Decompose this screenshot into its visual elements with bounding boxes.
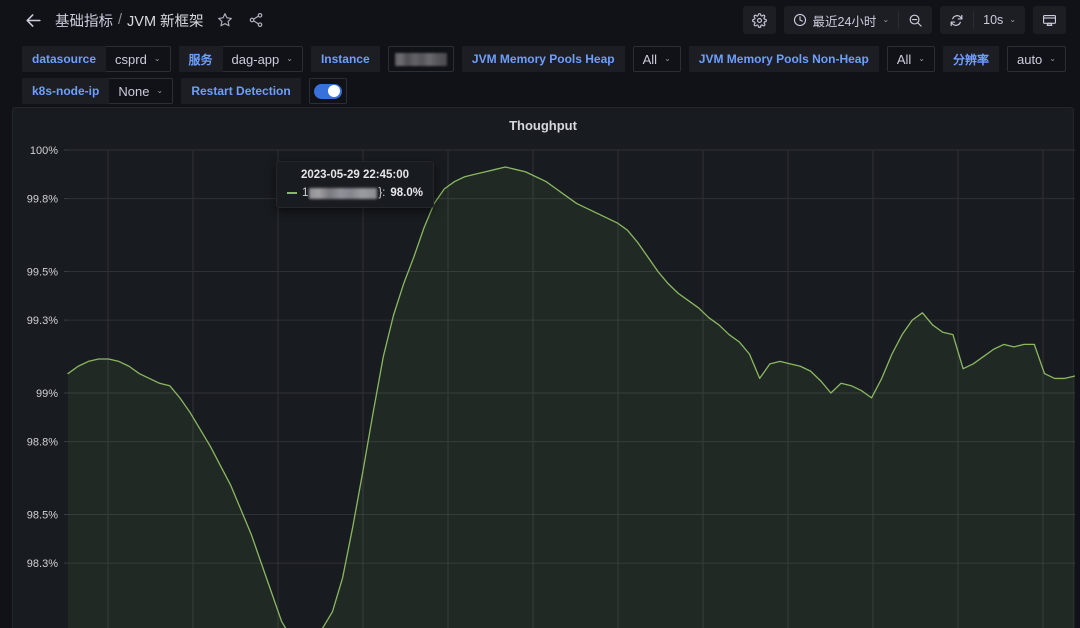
panel-title[interactable]: Thoughput bbox=[13, 108, 1073, 136]
chart-tooltip: 2023-05-29 22:45:00 1 }: 98.0% bbox=[276, 161, 434, 208]
variable-jvm-nonheap-select[interactable]: All ⌄ bbox=[886, 46, 935, 72]
chevron-down-icon: ⌄ bbox=[882, 15, 890, 24]
clock-icon bbox=[793, 13, 807, 27]
variable-restart-detection-label: Restart Detection bbox=[181, 78, 301, 104]
variable-instance-label: Instance bbox=[310, 46, 380, 72]
tv-icon bbox=[1042, 13, 1057, 28]
svg-text:99.3%: 99.3% bbox=[27, 315, 58, 327]
variable-k8s-node-ip: k8s-node-ip None ⌄ bbox=[22, 78, 174, 104]
redacted-series-name bbox=[309, 187, 378, 199]
variable-datasource-select[interactable]: csprd ⌄ bbox=[106, 46, 171, 72]
refresh-interval-picker[interactable]: 10s ⌄ bbox=[974, 6, 1025, 34]
time-range-picker[interactable]: 最近24小时 ⌄ bbox=[784, 6, 899, 34]
tooltip-timestamp: 2023-05-29 22:45:00 bbox=[300, 169, 410, 181]
variable-resolution-value: auto bbox=[1016, 51, 1043, 67]
zoom-out-icon bbox=[908, 13, 923, 28]
svg-text:98.3%: 98.3% bbox=[27, 558, 58, 570]
variable-k8s-node-ip-value: None bbox=[118, 83, 150, 99]
variable-service: 服务 dag-app ⌄ bbox=[178, 46, 303, 72]
navbar-left: 基础指标 / JVM 新框架 bbox=[22, 9, 743, 31]
refresh-icon bbox=[949, 13, 964, 28]
tooltip-series-row: 1 }: 98.0% bbox=[287, 187, 423, 199]
star-icon[interactable] bbox=[215, 10, 235, 30]
variable-resolution-select[interactable]: auto ⌄ bbox=[1006, 46, 1066, 72]
chevron-down-icon: ⌄ bbox=[156, 86, 164, 95]
variable-k8s-node-ip-select[interactable]: None ⌄ bbox=[109, 78, 174, 104]
chevron-down-icon: ⌄ bbox=[153, 54, 161, 63]
variable-datasource-value: csprd bbox=[115, 51, 147, 67]
variable-jvm-nonheap: JVM Memory Pools Non-Heap bbox=[688, 46, 879, 72]
chart-svg: 100%99.8%99.5%99.3%99%98.8%98.5%98.3%98% bbox=[27, 145, 1075, 628]
variable-instance: Instance bbox=[310, 46, 380, 72]
chevron-down-icon: ⌄ bbox=[1049, 54, 1056, 63]
tooltip-series-name: 1 }: bbox=[302, 187, 385, 199]
svg-text:98.5%: 98.5% bbox=[27, 510, 58, 522]
toggle-switch-on bbox=[313, 83, 342, 99]
gear-icon bbox=[751, 12, 767, 28]
variable-row-2: k8s-node-ip None ⌄ Restart Detection bbox=[22, 78, 1066, 104]
top-navbar: 基础指标 / JVM 新框架 最近24小时 ⌄ 10s ⌄ bbox=[0, 0, 1080, 40]
chevron-down-icon: ⌄ bbox=[918, 54, 925, 63]
settings-group bbox=[742, 6, 776, 34]
svg-text:99.5%: 99.5% bbox=[27, 267, 58, 279]
chevron-down-icon: ⌄ bbox=[286, 54, 293, 63]
variable-resolution-label: 分辨率 bbox=[942, 46, 999, 72]
dashboard-page: 基础指标 / JVM 新框架 最近24小时 ⌄ 10s ⌄ datasource… bbox=[0, 0, 1080, 628]
share-icon[interactable] bbox=[246, 10, 266, 30]
variable-service-select[interactable]: dag-app ⌄ bbox=[222, 46, 303, 72]
tooltip-series-value: 98.0% bbox=[390, 187, 423, 199]
variable-k8s-node-ip-label: k8s-node-ip bbox=[22, 78, 110, 104]
variable-jvm-heap-select[interactable]: All ⌄ bbox=[632, 46, 681, 72]
timeseries-plot[interactable]: 100%99.8%99.5%99.3%99%98.8%98.5%98.3%98% bbox=[13, 142, 1075, 628]
kiosk-group bbox=[1033, 6, 1066, 34]
refresh-button[interactable] bbox=[940, 6, 973, 34]
refresh-interval-label: 10s bbox=[983, 13, 1004, 27]
variable-resolution: 分辨率 bbox=[942, 46, 999, 72]
variable-datasource-label: datasource bbox=[22, 46, 107, 72]
panel-thoughput: Thoughput 100% 99.8% 99.5% 99.3% 99% 98.8% 98.… bbox=[12, 107, 1075, 628]
variable-jvm-heap-value: All bbox=[642, 51, 658, 67]
restart-detection-toggle[interactable] bbox=[308, 78, 347, 104]
zoom-out-time-button[interactable] bbox=[899, 6, 932, 34]
series-name-prefix: 1 bbox=[302, 187, 309, 199]
svg-text:100%: 100% bbox=[30, 145, 58, 157]
time-controls-group: 最近24小时 ⌄ bbox=[783, 6, 933, 34]
breadcrumb-root[interactable]: 基础指标 bbox=[55, 10, 113, 31]
breadcrumb-current[interactable]: JVM 新框架 bbox=[127, 10, 204, 31]
variable-jvm-heap: JVM Memory Pools Heap bbox=[461, 46, 625, 72]
variable-row-1: datasource csprd ⌄ 服务 dag-app ⌄ Instance bbox=[22, 46, 1066, 72]
variable-bar: datasource csprd ⌄ 服务 dag-app ⌄ Instance bbox=[0, 40, 1080, 104]
breadcrumb: 基础指标 / JVM 新框架 bbox=[55, 10, 204, 31]
dashboard-settings-button[interactable] bbox=[743, 6, 776, 34]
variable-datasource: datasource csprd ⌄ bbox=[22, 46, 171, 72]
series-name-suffix: }: bbox=[378, 187, 386, 199]
arrow-left-icon[interactable] bbox=[22, 9, 44, 31]
variable-jvm-heap-label: JVM Memory Pools Heap bbox=[461, 46, 625, 72]
navbar-right: 最近24小时 ⌄ 10s ⌄ bbox=[742, 6, 1066, 34]
breadcrumb-separator: / bbox=[118, 12, 123, 28]
variable-restart-detection: Restart Detection bbox=[181, 78, 301, 104]
svg-text:98.8%: 98.8% bbox=[27, 437, 58, 449]
variable-service-value: dag-app bbox=[231, 51, 280, 67]
kiosk-mode-button[interactable] bbox=[1033, 6, 1066, 34]
time-range-label: 最近24小时 bbox=[812, 14, 877, 29]
variable-service-label: 服务 bbox=[178, 46, 223, 72]
refresh-group: 10s ⌄ bbox=[940, 6, 1025, 34]
svg-text:99%: 99% bbox=[36, 388, 58, 400]
chevron-down-icon: ⌄ bbox=[664, 54, 671, 63]
redacted-value bbox=[394, 52, 447, 66]
chevron-down-icon: ⌄ bbox=[1009, 15, 1016, 24]
series-color-swatch bbox=[287, 192, 297, 194]
variable-instance-input[interactable] bbox=[387, 46, 454, 72]
variable-jvm-nonheap-label: JVM Memory Pools Non-Heap bbox=[688, 46, 879, 72]
variable-jvm-nonheap-value: All bbox=[896, 51, 912, 67]
svg-text:99.8%: 99.8% bbox=[27, 194, 58, 206]
